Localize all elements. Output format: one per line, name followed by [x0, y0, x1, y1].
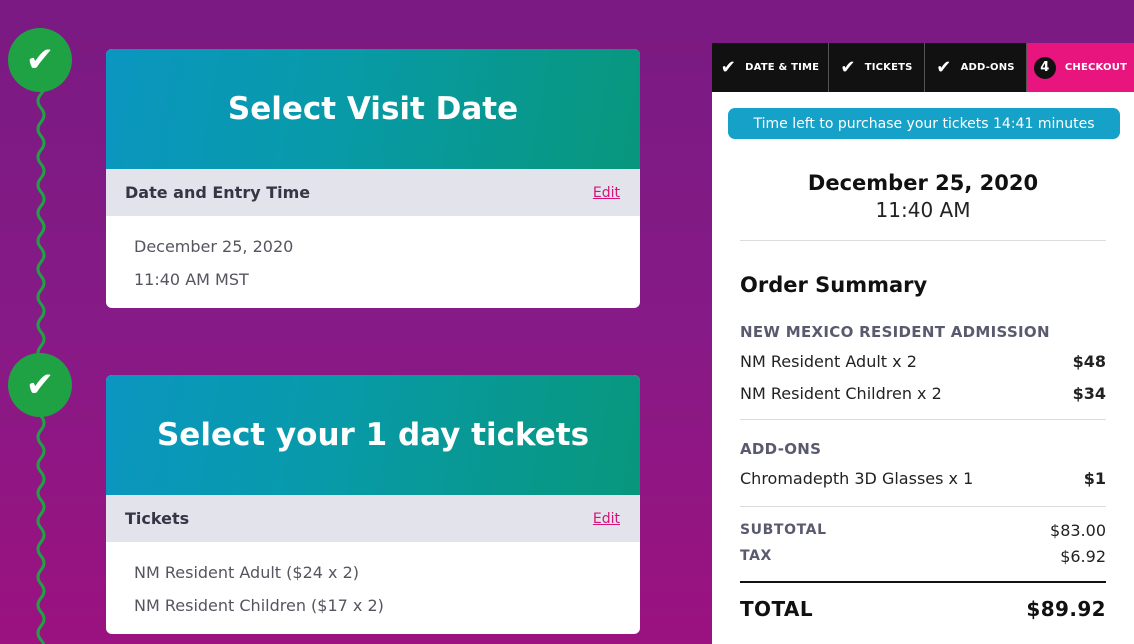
visit-date-card: Select Visit Date Date and Entry Time Ed… — [106, 49, 640, 308]
line-item: Chromadepth 3D Glasses x 1 $1 — [740, 462, 1106, 494]
ticket-line: NM Resident Children ($17 x 2) — [134, 596, 384, 615]
order-summary-title: Order Summary — [740, 273, 928, 297]
check-icon: ✔ — [25, 365, 55, 405]
card-body: December 25, 2020 11:40 AM MST — [106, 216, 640, 308]
divider — [740, 506, 1106, 507]
step-label: CHECKOUT — [1064, 62, 1128, 73]
step-label: TICKETS — [864, 62, 913, 73]
selected-date: December 25, 2020 — [134, 237, 294, 256]
timeline-step-2-complete-icon: ✔ — [8, 353, 72, 417]
tax-value: $6.92 — [1060, 546, 1106, 566]
time-left-banner: Time left to purchase your tickets 14:41… — [728, 108, 1120, 139]
tax-row: TAX $6.92 — [740, 543, 1106, 569]
step-number-badge: 4 — [1033, 56, 1056, 79]
line-item: NM Resident Children x 2 $34 — [740, 377, 1106, 409]
line-item-price: $1 — [1083, 468, 1106, 488]
step-label: DATE & TIME — [745, 62, 820, 73]
card-section-bar: Tickets Edit — [106, 495, 640, 542]
total-value: $89.92 — [1026, 597, 1106, 621]
admission-heading: NEW MEXICO RESIDENT ADMISSION — [740, 323, 1050, 341]
order-summary-panel: ✔ DATE & TIME ✔ TICKETS ✔ ADD-ONS 4 CHEC… — [712, 43, 1134, 644]
divider — [740, 240, 1106, 241]
step-add-ons[interactable]: ✔ ADD-ONS — [925, 43, 1027, 92]
check-icon: ✔ — [840, 57, 856, 78]
summary-visit-date: December 25, 2020 — [807, 171, 1039, 195]
addons-list: Chromadepth 3D Glasses x 1 $1 — [712, 462, 1134, 494]
checkout-steps-nav: ✔ DATE & TIME ✔ TICKETS ✔ ADD-ONS 4 CHEC… — [712, 43, 1134, 92]
check-icon: ✔ — [25, 40, 55, 80]
admission-list: NM Resident Adult x 2 $48 NM Resident Ch… — [712, 345, 1134, 409]
addons-heading: ADD-ONS — [740, 440, 822, 458]
subtotal-value: $83.00 — [1050, 520, 1106, 540]
section-label: Tickets — [125, 509, 190, 528]
tickets-card: Select your 1 day tickets Tickets Edit N… — [106, 375, 640, 634]
line-item-name: NM Resident Adult x 2 — [740, 351, 917, 371]
check-icon: ✔ — [936, 57, 952, 78]
card-body: NM Resident Adult ($24 x 2) NM Resident … — [106, 542, 640, 634]
selected-time: 11:40 AM MST — [134, 270, 249, 289]
total-row: TOTAL $89.92 — [740, 597, 1106, 621]
edit-tickets-link[interactable]: Edit — [593, 511, 620, 527]
step-checkout[interactable]: 4 CHECKOUT — [1027, 43, 1134, 92]
total-label: TOTAL — [740, 597, 813, 621]
section-label: Date and Entry Time — [125, 183, 311, 202]
line-item-price: $48 — [1072, 351, 1106, 371]
line-item-name: Chromadepth 3D Glasses x 1 — [740, 468, 974, 488]
line-item-name: NM Resident Children x 2 — [740, 383, 942, 403]
card-section-bar: Date and Entry Time Edit — [106, 169, 640, 216]
timeline-step-1-complete-icon: ✔ — [8, 28, 72, 92]
total-divider — [740, 581, 1106, 583]
tax-label: TAX — [740, 548, 772, 564]
check-icon: ✔ — [720, 57, 737, 78]
subtotal-row: SUBTOTAL $83.00 — [740, 517, 1106, 543]
divider — [740, 419, 1106, 420]
ticket-line: NM Resident Adult ($24 x 2) — [134, 563, 359, 582]
summary-visit-time: 11:40 AM — [875, 198, 971, 222]
edit-date-link[interactable]: Edit — [593, 185, 620, 201]
step-date-time[interactable]: ✔ DATE & TIME — [712, 43, 829, 92]
line-item-price: $34 — [1072, 383, 1106, 403]
step-label: ADD-ONS — [960, 62, 1015, 73]
line-item: NM Resident Adult x 2 $48 — [740, 345, 1106, 377]
step-tickets[interactable]: ✔ TICKETS — [829, 43, 925, 92]
card-hero-title: Select Visit Date — [106, 49, 640, 169]
subtotal-label: SUBTOTAL — [740, 522, 827, 538]
card-hero-title: Select your 1 day tickets — [106, 375, 640, 495]
